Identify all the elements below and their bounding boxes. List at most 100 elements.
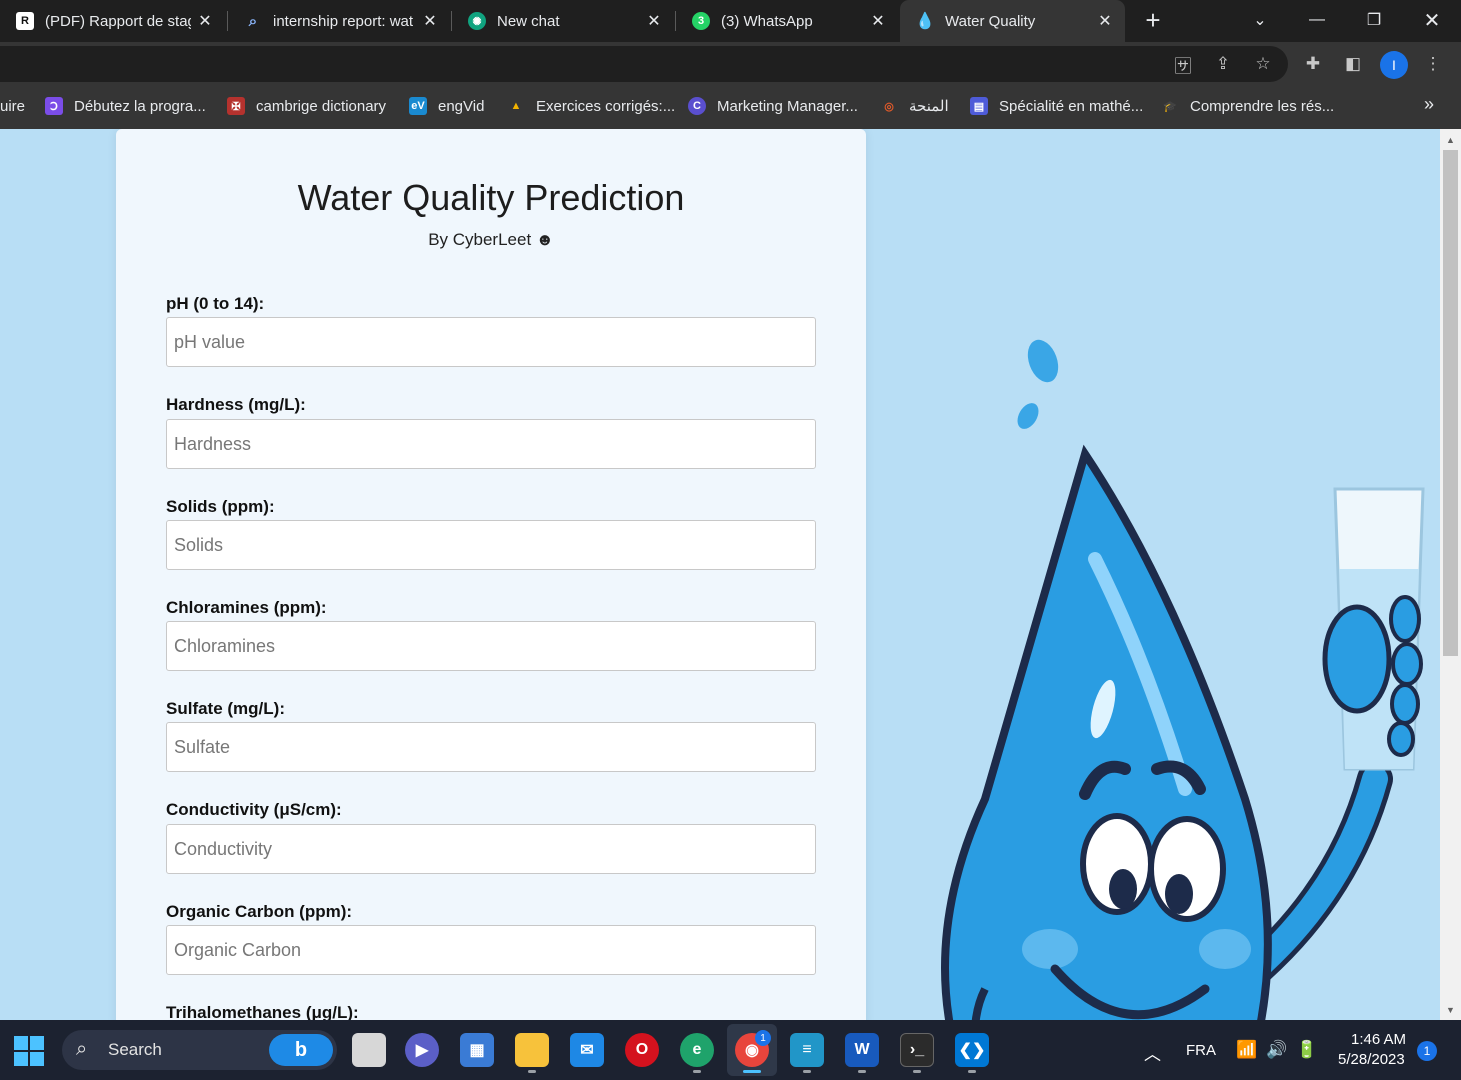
bookmark-label: المنحة bbox=[909, 98, 949, 115]
tab-whatsapp[interactable]: 3 (3) WhatsApp ✕ bbox=[676, 0, 898, 42]
scroll-up-arrow-icon[interactable]: ▲ bbox=[1443, 133, 1458, 147]
opera-icon[interactable]: O bbox=[625, 1033, 659, 1067]
graduation-cap-icon: 🎓 bbox=[1163, 100, 1177, 113]
whatsapp-icon: 3 bbox=[692, 12, 710, 30]
organic-carbon-input[interactable] bbox=[166, 925, 816, 975]
chloramines-input[interactable] bbox=[166, 621, 816, 671]
maximize-button[interactable]: ❐ bbox=[1349, 0, 1399, 40]
edge-icon[interactable]: e bbox=[680, 1033, 714, 1067]
bookmark-label: uire bbox=[0, 97, 26, 115]
search-label: Search bbox=[108, 1040, 162, 1059]
close-icon[interactable]: ✕ bbox=[422, 11, 438, 31]
volume-icon[interactable]: 🔊 bbox=[1266, 1040, 1287, 1060]
minimize-button[interactable]: — bbox=[1292, 0, 1342, 40]
bookmarks-bar: uire Ↄ Débutez la progra... ✠ cambrige d… bbox=[0, 84, 1461, 129]
bookmark-item[interactable]: Ↄ Débutez la progra... bbox=[45, 95, 206, 117]
cambridge-shield-icon: ✠ bbox=[227, 97, 245, 115]
bing-icon[interactable]: b bbox=[269, 1034, 333, 1066]
teams-chat-icon[interactable]: ▶ bbox=[405, 1033, 439, 1067]
circle-logo-icon: ◎ bbox=[884, 100, 894, 113]
close-icon[interactable]: ✕ bbox=[197, 11, 213, 31]
language-indicator[interactable]: FRA bbox=[1186, 1042, 1216, 1059]
extensions-icon[interactable]: ✚ bbox=[1301, 52, 1325, 76]
byline: By CyberLeet ☻ bbox=[428, 230, 554, 249]
sulfate-label: Sulfate (mg/L): bbox=[166, 699, 285, 718]
battery-icon[interactable]: 🔋 bbox=[1296, 1040, 1317, 1060]
tab-title: (PDF) Rapport de stag bbox=[45, 12, 191, 30]
running-indicator bbox=[528, 1070, 536, 1073]
tab-new-chat[interactable]: ✺ New chat ✕ bbox=[452, 0, 674, 42]
bookmark-label: Exercices corrigés:... bbox=[536, 97, 676, 115]
bookmark-item[interactable]: uire bbox=[0, 95, 25, 117]
tab-rapport-de-stage[interactable]: R (PDF) Rapport de stag ✕ bbox=[0, 0, 225, 42]
tab-title: (3) WhatsApp bbox=[721, 12, 813, 30]
notepad-icon[interactable]: ≡ bbox=[790, 1033, 824, 1067]
notification-badge[interactable]: 1 bbox=[1417, 1041, 1437, 1061]
scroll-down-arrow-icon[interactable]: ▼ bbox=[1443, 1003, 1458, 1017]
hardness-input[interactable] bbox=[166, 419, 816, 469]
water-drop-mascot-image bbox=[941, 339, 1425, 1020]
bookmark-item[interactable]: 🎓 Comprendre les rés... bbox=[1161, 95, 1334, 117]
bookmark-item[interactable]: ✠ cambrige dictionary bbox=[227, 95, 386, 117]
trihalomethanes-label: Trihalomethanes (μg/L): bbox=[166, 1003, 359, 1020]
windows-start-icon[interactable] bbox=[14, 1036, 44, 1066]
tab-title: New chat bbox=[497, 12, 560, 30]
running-indicator bbox=[743, 1070, 761, 1073]
clock-date[interactable]: 5/28/2023 bbox=[1338, 1051, 1405, 1068]
running-indicator bbox=[858, 1070, 866, 1073]
tab-search-icon[interactable]: ⌄ bbox=[1235, 0, 1285, 40]
water-drop-icon: 💧 bbox=[915, 13, 935, 30]
running-indicator bbox=[693, 1070, 701, 1073]
side-panel-icon[interactable]: ◧ bbox=[1341, 52, 1365, 76]
bookmark-star-icon[interactable]: ☆ bbox=[1251, 52, 1275, 76]
scrollbar-thumb[interactable] bbox=[1443, 150, 1458, 656]
more-bookmarks-icon[interactable]: » bbox=[1424, 94, 1434, 115]
bookmark-item[interactable]: ▲ Exercices corrigés:... bbox=[507, 95, 676, 117]
task-view-icon[interactable] bbox=[352, 1033, 386, 1067]
close-icon[interactable]: ✕ bbox=[870, 11, 886, 31]
mail-icon[interactable]: ✉ bbox=[570, 1033, 604, 1067]
address-bar[interactable] bbox=[0, 46, 1288, 82]
sulfate-input[interactable] bbox=[166, 722, 816, 772]
word-icon[interactable]: W bbox=[845, 1033, 879, 1067]
translate-icon[interactable]: 🈂 bbox=[1171, 52, 1195, 76]
tab-strip: R (PDF) Rapport de stag ✕ ⌕ internship r… bbox=[0, 0, 1461, 42]
bookmark-item[interactable]: ◎ المنحة bbox=[880, 95, 949, 117]
vscode-icon[interactable]: ❮❯ bbox=[955, 1033, 989, 1067]
bookmark-item[interactable]: ▤ Spécialité en mathé... bbox=[970, 95, 1143, 117]
microsoft-store-icon[interactable]: ▦ bbox=[460, 1033, 494, 1067]
menu-icon[interactable]: ⋮ bbox=[1421, 52, 1445, 76]
browser-toolbar: 🈂 ⇪ ☆ ✚ ◧ ⋮ bbox=[0, 42, 1461, 84]
tab-internship-report[interactable]: ⌕ internship report: wat ✕ bbox=[228, 0, 450, 42]
show-hidden-icons-chevron-icon[interactable]: ︿ bbox=[1144, 1040, 1161, 1065]
organic-carbon-label: Organic Carbon (ppm): bbox=[166, 902, 353, 921]
tab-water-quality[interactable]: 💧 Water Quality ✕ bbox=[900, 0, 1125, 42]
chrome-badge: 1 bbox=[755, 1030, 771, 1046]
bookmark-label: Comprendre les rés... bbox=[1190, 97, 1335, 115]
window-close-button[interactable]: ✕ bbox=[1407, 0, 1457, 40]
taskbar-search[interactable]: ⌕ Search b bbox=[62, 1030, 337, 1070]
books-icon: ▤ bbox=[970, 97, 988, 115]
profile-avatar[interactable]: I bbox=[1380, 51, 1408, 79]
solids-input[interactable] bbox=[166, 520, 816, 570]
hardness-label: Hardness (mg/L): bbox=[166, 395, 306, 414]
new-tab-button[interactable]: + bbox=[1140, 6, 1166, 36]
close-icon[interactable]: ✕ bbox=[646, 11, 662, 31]
bookmark-item[interactable]: eV engVid bbox=[409, 95, 484, 117]
file-explorer-icon[interactable] bbox=[515, 1033, 549, 1067]
engvid-icon: eV bbox=[409, 97, 427, 115]
coursera-icon: C bbox=[688, 97, 706, 115]
wifi-icon[interactable]: 📶 bbox=[1236, 1040, 1257, 1060]
chloramines-label: Chloramines (ppm): bbox=[166, 598, 327, 617]
ph-input[interactable] bbox=[166, 317, 816, 367]
conductivity-input[interactable] bbox=[166, 824, 816, 874]
conductivity-label: Conductivity (μS/cm): bbox=[166, 800, 342, 819]
terminal-icon[interactable]: ›_ bbox=[900, 1033, 934, 1067]
share-icon[interactable]: ⇪ bbox=[1211, 52, 1235, 76]
prediction-form-card: Water Quality Prediction By CyberLeet ☻ … bbox=[116, 129, 866, 1020]
close-icon[interactable]: ✕ bbox=[1097, 11, 1113, 31]
bookmark-item[interactable]: C Marketing Manager... bbox=[688, 95, 858, 117]
running-indicator bbox=[968, 1070, 976, 1073]
chatgpt-icon: ✺ bbox=[468, 12, 486, 30]
clock-time[interactable]: 1:46 AM bbox=[1351, 1031, 1406, 1048]
